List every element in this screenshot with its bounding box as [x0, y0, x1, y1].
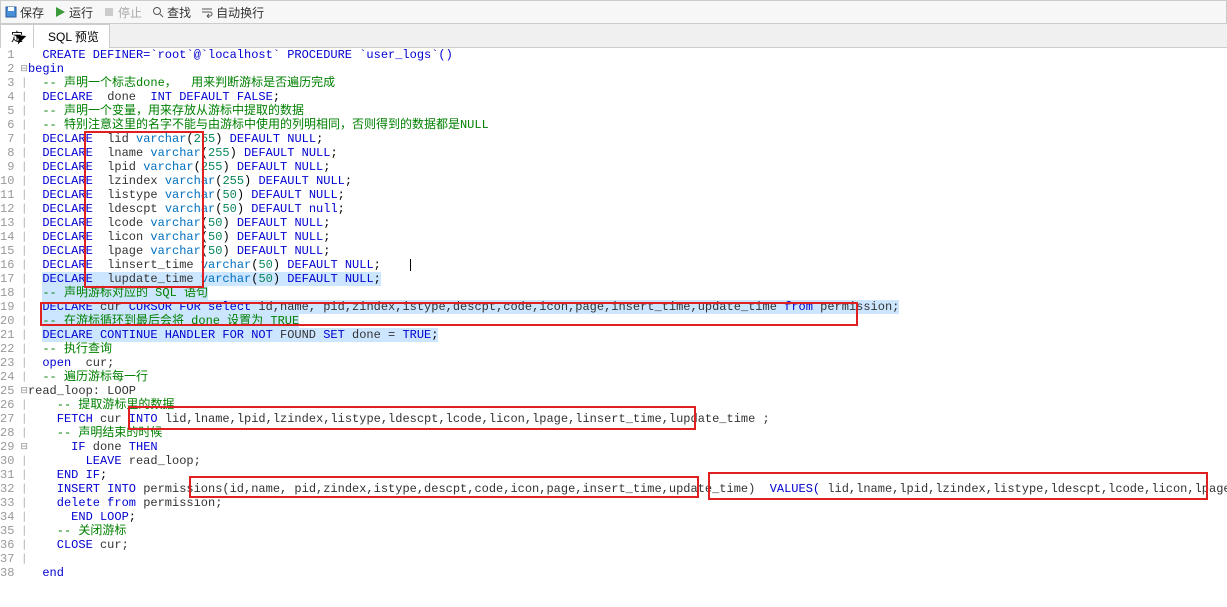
stop-icon: [103, 6, 115, 18]
search-icon: [152, 6, 164, 18]
save-button[interactable]: 保存: [5, 4, 44, 21]
code-body[interactable]: CREATE DEFINER=`root`@`localhost` PROCED…: [28, 48, 1227, 607]
stop-label: 停止: [118, 4, 142, 21]
fold-icon[interactable]: ⊟: [20, 440, 28, 454]
wrap-icon: [201, 6, 213, 18]
tab1-label: SQL 预览: [48, 28, 99, 45]
play-icon: [54, 6, 66, 18]
code-editor[interactable]: 12345 678910 1112131415 1617181920 21222…: [0, 48, 1227, 607]
toolbar: 保存 运行 停止 查找 自动换行: [0, 0, 1227, 24]
wrap-button[interactable]: 自动换行: [201, 4, 264, 21]
fold-icon[interactable]: ⊟: [20, 62, 28, 76]
tab-sql-preview[interactable]: SQL 预览: [33, 24, 110, 48]
find-button[interactable]: 查找: [152, 4, 191, 21]
stop-button[interactable]: 停止: [103, 4, 142, 21]
run-label: 运行: [69, 4, 93, 21]
save-icon: [5, 6, 17, 18]
run-button[interactable]: 运行: [54, 4, 93, 21]
fold-gutter: ⊟│││ │││││ │││││ │││││ ││││⊟ │││⊟│ │││││…: [20, 48, 28, 607]
find-label: 查找: [167, 4, 191, 21]
line-number-gutter: 12345 678910 1112131415 1617181920 21222…: [0, 48, 20, 607]
save-label: 保存: [20, 4, 44, 21]
wrap-label: 自动换行: [216, 4, 264, 21]
tab-bar: 定 SQL 预览: [0, 24, 1227, 48]
